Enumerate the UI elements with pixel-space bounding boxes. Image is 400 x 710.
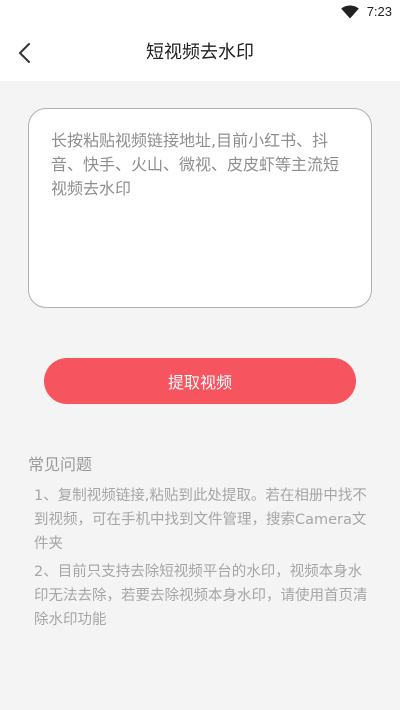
page-title: 短视频去水印 [146,42,254,63]
status-time: 7:23 [366,4,392,19]
status-icons: 7:23 [340,3,392,21]
wifi-icon [340,5,359,19]
extract-video-button[interactable]: 提取视频 [44,358,356,404]
faq-title: 常见问题 [28,455,93,474]
back-button[interactable] [8,37,40,69]
status-bar: 7:23 [0,0,400,25]
faq-item: 1、复制视频链接,粘贴到此处提取。若在相册中找不到视频，可在手机中找到文件管理，… [34,488,367,552]
faq-item: 2、目前只支持去除短视频平台的水印，视频本身水印无法去除，若要去除视频本身水印，… [34,564,368,628]
content-area: 提取视频 常见问题 1、复制视频链接,粘贴到此处提取。若在相册中找不到视频，可在… [0,81,400,710]
chevron-left-icon [19,43,30,63]
video-link-input[interactable] [28,108,372,308]
app-bar: 短视频去水印 [0,25,400,81]
